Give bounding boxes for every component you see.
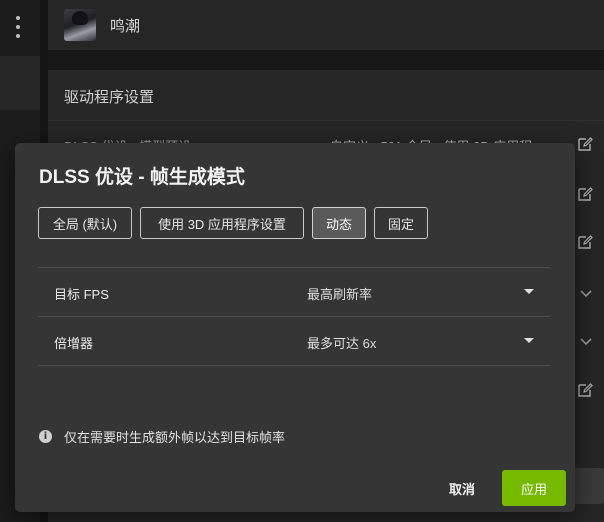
- edit-icon[interactable]: [577, 186, 593, 202]
- tab-global-default[interactable]: 全局 (默认): [38, 207, 132, 239]
- multiplier-row[interactable]: 倍增器 最多可达 6x: [38, 317, 550, 365]
- profile-name: 鸣潮: [110, 17, 141, 35]
- setting-label: 倍增器: [54, 336, 94, 351]
- apply-button[interactable]: 应用: [502, 470, 566, 506]
- edit-icon[interactable]: [577, 234, 593, 250]
- setting-label: 目标 FPS: [54, 287, 109, 302]
- cancel-button[interactable]: 取消: [435, 470, 489, 506]
- game-avatar-icon: [64, 9, 96, 41]
- dropdown-arrow-icon[interactable]: [524, 338, 534, 343]
- tab-dynamic[interactable]: 动态: [312, 207, 366, 239]
- tab-fixed[interactable]: 固定: [374, 207, 428, 239]
- setting-value: 最高刷新率: [307, 287, 373, 302]
- dialog-title: DLSS 优设 - 帧生成模式: [39, 167, 245, 188]
- chevron-down-icon[interactable]: [580, 290, 592, 298]
- tab-use-3d-app-settings[interactable]: 使用 3D 应用程序设置: [140, 207, 304, 239]
- setting-value: 最多可达 6x: [307, 336, 377, 351]
- edit-icon[interactable]: [577, 382, 593, 398]
- target-fps-row[interactable]: 目标 FPS 最高刷新率: [38, 268, 550, 316]
- info-text: 仅在需要时生成额外帧以达到目标帧率: [64, 429, 286, 445]
- info-icon: i: [39, 429, 52, 443]
- row-divider: [38, 365, 550, 366]
- section-divider: [48, 120, 604, 121]
- dropdown-arrow-icon[interactable]: [524, 289, 534, 294]
- frame-generation-mode-dialog: DLSS 优设 - 帧生成模式 全局 (默认) 使用 3D 应用程序设置 动态 …: [15, 143, 575, 512]
- chevron-down-icon[interactable]: [580, 338, 592, 346]
- kebab-menu-icon[interactable]: [14, 16, 22, 38]
- profile-header: 鸣潮: [48, 0, 604, 50]
- edit-icon[interactable]: [577, 136, 593, 152]
- info-note: i 仅在需要时生成额外帧以达到目标帧率: [39, 427, 285, 445]
- section-title: 驱动程序设置: [64, 89, 155, 106]
- left-nav-selected-item[interactable]: [0, 56, 40, 110]
